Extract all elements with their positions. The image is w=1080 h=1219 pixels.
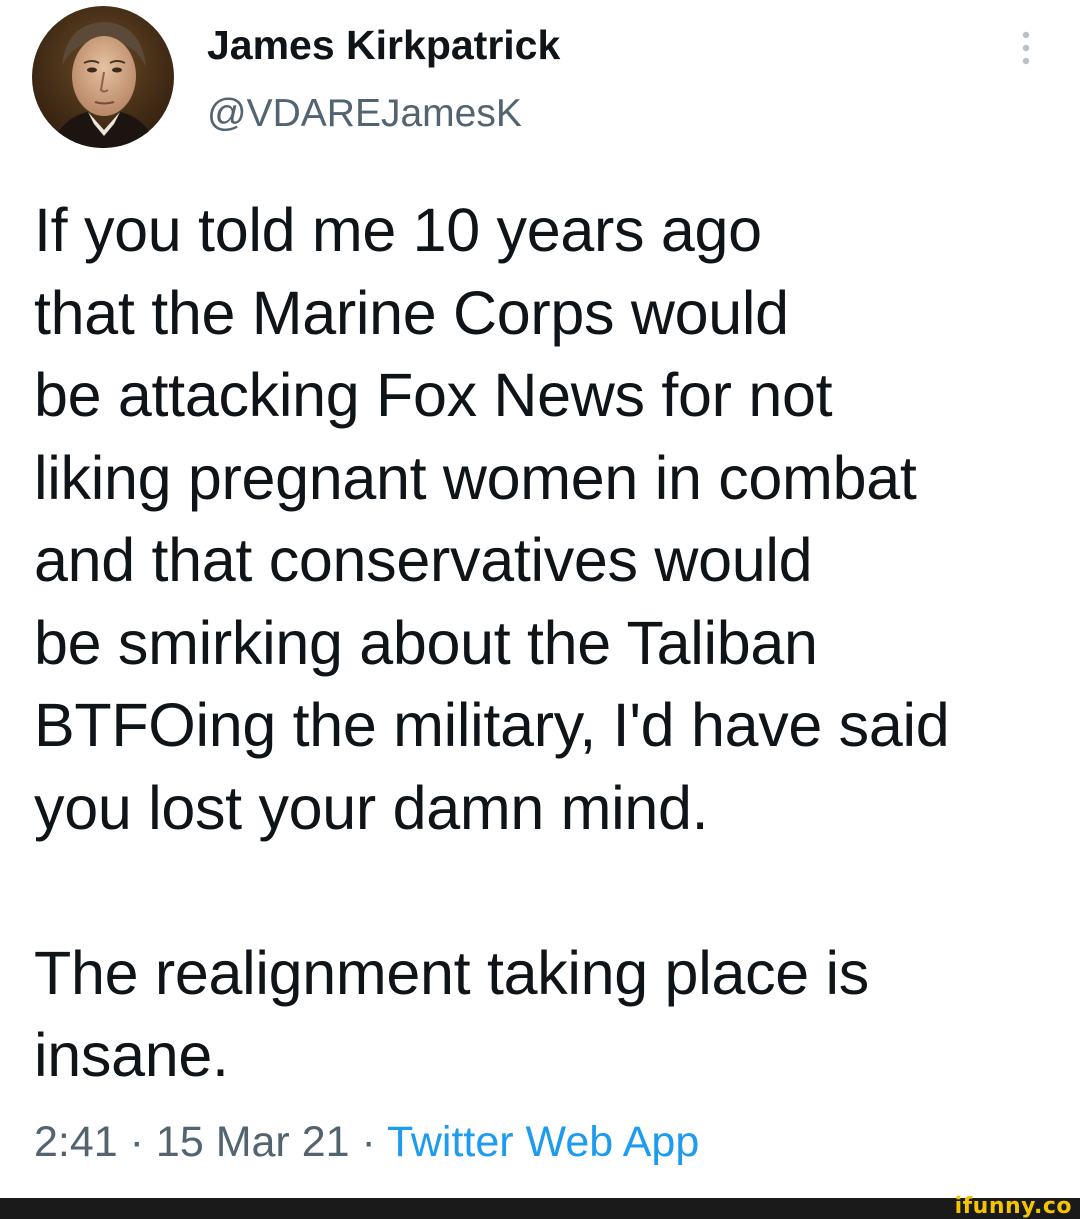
more-options-button[interactable] — [1004, 26, 1048, 70]
author-display-name[interactable]: James Kirkpatrick — [207, 20, 560, 70]
avatar[interactable] — [32, 6, 174, 148]
tweet: James Kirkpatrick @VDAREJamesK If you to… — [0, 0, 1080, 1198]
tweet-source-link[interactable]: Twitter Web App — [387, 1118, 699, 1166]
author-handle[interactable]: @VDAREJamesK — [207, 90, 522, 138]
meta-separator: · — [117, 1118, 156, 1166]
meta-separator: · — [349, 1118, 387, 1166]
ifunny-watermark: ifunny.co — [954, 1194, 1072, 1219]
tweet-time[interactable]: 2:41 — [34, 1118, 118, 1166]
avatar-portrait-image — [32, 6, 174, 148]
more-vertical-icon — [1022, 31, 1030, 65]
tweet-metadata: 2:41 · 15 Mar 21 · Twitter Web App — [34, 1114, 699, 1170]
footer-bar: ifunny.co — [0, 1194, 1080, 1219]
tweet-text: If you told me 10 years ago that the Mar… — [34, 196, 950, 1089]
tweet-date[interactable]: 15 Mar 21 — [156, 1118, 350, 1166]
